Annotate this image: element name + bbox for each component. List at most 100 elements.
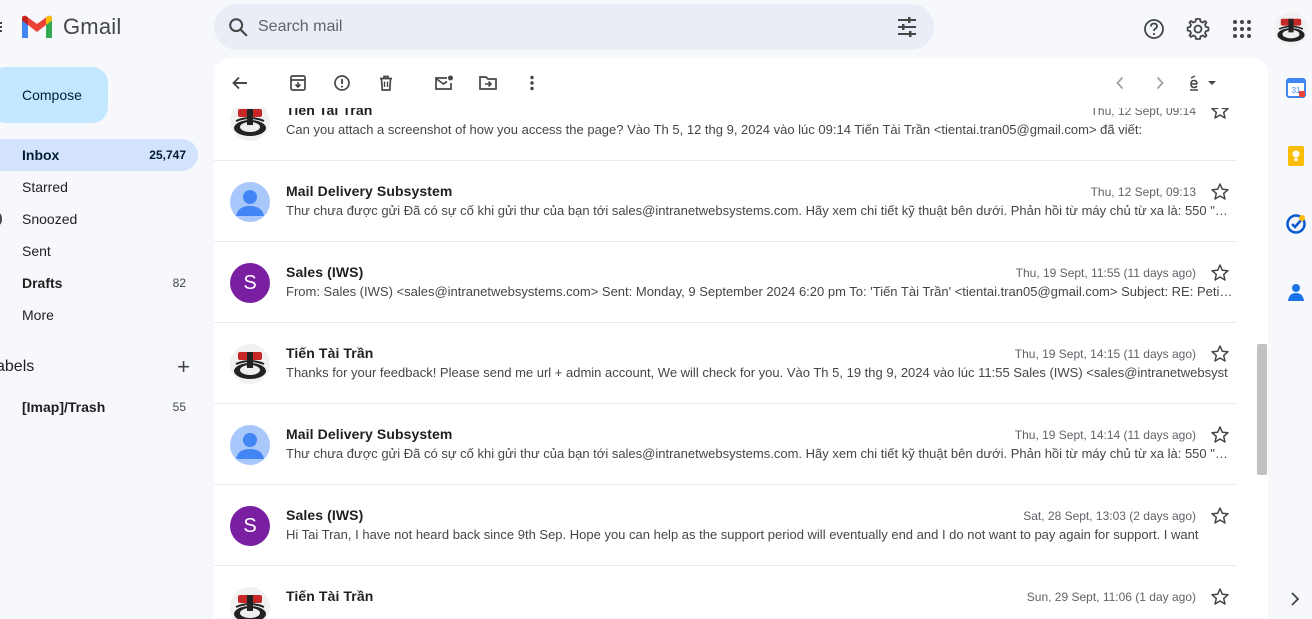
search-icon[interactable] xyxy=(227,16,249,38)
message-date: Thu, 19 Sept, 14:15 (11 days ago) xyxy=(1014,347,1196,361)
more-vert-icon xyxy=(530,75,534,91)
star-icon[interactable] xyxy=(1210,506,1230,526)
avatar-letter: S xyxy=(243,514,257,537)
settings-icon xyxy=(1186,18,1210,40)
sidebar-label-imap-trash[interactable]: [Imap]/Trash 55 xyxy=(0,391,198,423)
sidebar-item-label: Sent xyxy=(22,243,51,259)
sidebar-item-count: 25,747 xyxy=(149,148,186,162)
search-input[interactable] xyxy=(258,4,858,50)
person-icon xyxy=(236,190,264,216)
keep-icon[interactable] xyxy=(1285,145,1307,167)
sidebar-item-count: 82 xyxy=(172,276,186,290)
more-actions-button[interactable] xyxy=(518,69,546,97)
help-button[interactable] xyxy=(1132,14,1176,44)
input-tools-icon xyxy=(1190,75,1216,91)
apps-button[interactable] xyxy=(1220,14,1264,44)
message-snippet: Thanks for your feedback! Please send me… xyxy=(286,365,1228,380)
message-date: Thu, 12 Sept, 09:13 xyxy=(1090,185,1196,199)
sidebar-nav: Inbox 25,747 Starred Snoozed Sent Drafts… xyxy=(0,139,198,331)
search-bar xyxy=(214,4,934,50)
report-spam-icon xyxy=(334,75,350,91)
message-toolbar xyxy=(214,58,1268,108)
sidebar-item-sent[interactable]: Sent xyxy=(0,235,198,267)
sidebar-item-label: Drafts xyxy=(22,275,63,291)
message-date: Sun, 29 Sept, 11:06 (1 day ago) xyxy=(1026,590,1196,604)
labels-heading: abels xyxy=(0,358,35,375)
sender-photo-icon xyxy=(230,344,270,384)
mark-unread-icon xyxy=(435,75,453,90)
message-snippet: From: Sales (IWS) <sales@intranetwebsyst… xyxy=(286,284,1233,299)
scrollbar-thumb[interactable] xyxy=(1257,344,1267,475)
delete-button[interactable] xyxy=(372,69,400,97)
svg-text:31: 31 xyxy=(1292,86,1301,95)
newer-button[interactable] xyxy=(1106,69,1134,97)
report-spam-button[interactable] xyxy=(328,69,356,97)
message-row[interactable]: S Sales (IWS) Sat, 28 Sept, 13:03 (2 day… xyxy=(214,485,1236,566)
sidebar-item-snoozed[interactable]: Snoozed xyxy=(0,203,198,235)
message-row[interactable]: Mail Delivery Subsystem Thu, 12 Sept, 09… xyxy=(214,161,1236,242)
back-button[interactable] xyxy=(226,69,254,97)
message-row[interactable]: Tiến Tài Trần Thu, 19 Sept, 14:15 (11 da… xyxy=(214,323,1236,404)
star-icon[interactable] xyxy=(1210,344,1230,364)
sender-avatar xyxy=(230,108,270,141)
move-to-button[interactable] xyxy=(474,69,502,97)
expand-side-panel-icon[interactable] xyxy=(1288,590,1302,608)
message-date: Thu, 19 Sept, 11:55 (11 days ago) xyxy=(1015,266,1196,280)
star-icon[interactable] xyxy=(1210,587,1230,607)
account-photo-icon xyxy=(1274,12,1308,46)
sidebar-item-starred[interactable]: Starred xyxy=(0,171,198,203)
sidebar-item-inbox[interactable]: Inbox 25,747 xyxy=(0,139,198,171)
settings-button[interactable] xyxy=(1176,14,1220,44)
message-date: Thu, 19 Sept, 14:14 (11 days ago) xyxy=(1014,428,1196,442)
sidebar-item-more[interactable]: More xyxy=(0,299,198,331)
star-icon[interactable] xyxy=(1210,108,1230,121)
message-row[interactable]: Mail Delivery Subsystem Thu, 19 Sept, 14… xyxy=(214,404,1236,485)
sidebar-label-name: [Imap]/Trash xyxy=(22,399,106,415)
toolbar-right xyxy=(1106,69,1232,97)
message-date: Sat, 28 Sept, 13:03 (2 days ago) xyxy=(1023,509,1196,523)
main-menu-icon[interactable] xyxy=(0,20,6,34)
contacts-icon[interactable] xyxy=(1285,281,1307,303)
sender-name: Tien Tai Tran xyxy=(286,108,373,118)
account-avatar[interactable] xyxy=(1274,12,1308,46)
message-row[interactable]: S Sales (IWS) Thu, 19 Sept, 11:55 (11 da… xyxy=(214,242,1236,323)
sidebar-item-drafts[interactable]: Drafts 82 xyxy=(0,267,198,299)
back-arrow-icon xyxy=(232,76,247,90)
compose-button[interactable]: Compose xyxy=(0,67,108,123)
add-label-icon[interactable]: + xyxy=(177,356,190,378)
app-name: Gmail xyxy=(63,14,122,39)
message-snippet: Thư chưa được gửi Đã có sự cố khi gửi th… xyxy=(286,446,1236,461)
star-icon[interactable] xyxy=(1210,182,1230,202)
tasks-icon[interactable] xyxy=(1285,213,1307,235)
message-row[interactable]: Tiến Tài Trần Sun, 29 Sept, 11:06 (1 day… xyxy=(214,566,1236,619)
star-icon[interactable] xyxy=(1210,263,1230,283)
labels-header: abels + xyxy=(0,356,190,378)
sender-name: Mail Delivery Subsystem xyxy=(286,183,453,199)
sender-name: Sales (IWS) xyxy=(286,507,364,523)
apps-icon xyxy=(1233,20,1251,38)
sender-name: Tiến Tài Trần xyxy=(286,588,374,604)
message-snippet: Can you attach a screenshot of how you a… xyxy=(286,122,1143,137)
sender-name: Mail Delivery Subsystem xyxy=(286,426,453,442)
gmail-logo[interactable]: Gmail xyxy=(20,14,121,40)
mark-unread-button[interactable] xyxy=(430,69,458,97)
sender-avatar xyxy=(230,182,270,222)
message-row[interactable]: Tien Tai Tran Thu, 12 Sept, 09:14 Can yo… xyxy=(214,108,1236,161)
avatar-letter: S xyxy=(243,271,257,294)
compose-label: Compose xyxy=(22,87,82,103)
calendar-icon[interactable]: 31 xyxy=(1285,77,1307,99)
sender-avatar: S xyxy=(230,506,270,546)
search-options-icon[interactable] xyxy=(896,17,918,37)
star-icon[interactable] xyxy=(1210,425,1230,445)
input-tools-button[interactable] xyxy=(1186,69,1220,97)
sidebar-item-label: Inbox xyxy=(22,147,60,163)
sender-name: Sales (IWS) xyxy=(286,264,364,280)
archive-button[interactable] xyxy=(284,69,312,97)
message-snippet: Thư chưa được gửi Đã có sự cố khi gửi th… xyxy=(286,203,1236,218)
thread-scrollbar[interactable] xyxy=(1256,108,1268,619)
message-view: Tien Tai Tran Thu, 12 Sept, 09:14 Can yo… xyxy=(214,58,1268,619)
sender-avatar xyxy=(230,344,270,384)
older-button[interactable] xyxy=(1146,69,1174,97)
snoozed-icon xyxy=(0,213,2,225)
sender-name: Tiến Tài Trần xyxy=(286,345,374,361)
